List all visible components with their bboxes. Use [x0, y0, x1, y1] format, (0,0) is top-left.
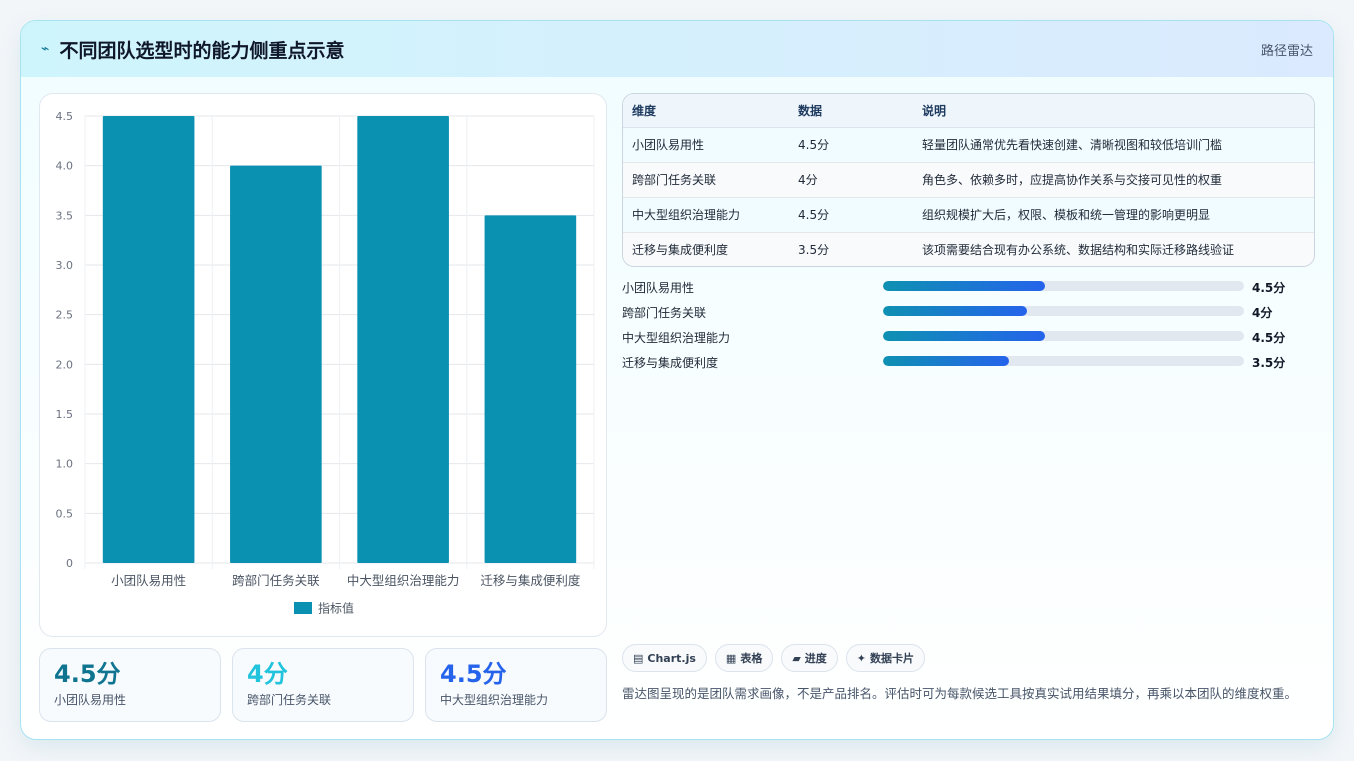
- y-tick-label: 4.5: [56, 110, 74, 123]
- progress-fill: [883, 356, 1010, 366]
- stat-label: 中大型组织治理能力: [440, 693, 549, 707]
- y-tick-label: 4.0: [56, 160, 74, 173]
- table-header-cell: 维度: [623, 94, 789, 128]
- header: ⌁ 不同团队选型时的能力侧重点示意 路径雷达: [21, 21, 1333, 77]
- bar-chart: 0 0.5 1.0 1.5 2.0 2.5 3.0 3.5 4.0 4.5 小团队易用性 跨部门任务关…: [56, 110, 595, 616]
- header-tag: 路径雷达: [1260, 43, 1313, 59]
- table-row: 中大型组织治理能力 4.5分 组织规模扩大后，权限、模板和统一管理的影响更明显: [623, 197, 1314, 233]
- table-header-row: 维度 数据 说明: [623, 94, 1314, 128]
- y-tick-label: 1.0: [56, 458, 74, 471]
- chip-label: Chart.js: [647, 651, 696, 665]
- table-row: 跨部门任务关联 4分 角色多、依赖多时，应提高协作关系与交接可见性的权重: [623, 162, 1314, 198]
- chip-label: 进度: [804, 652, 827, 665]
- bar: [357, 116, 449, 563]
- stat-label: 小团队易用性: [54, 693, 127, 707]
- progress-label: 小团队易用性: [622, 281, 695, 295]
- progress-fill: [883, 281, 1046, 291]
- progress-track: [883, 306, 1244, 316]
- progress-row: 迁移与集成便利度 3.5分: [622, 352, 1315, 377]
- progress-track: [883, 331, 1244, 341]
- chart-icon: ▤: [633, 651, 644, 665]
- progress-label: 中大型组织治理能力: [622, 331, 731, 345]
- table-cell: 轻量团队通常优先看快速创建、清晰视图和较低培训门槛: [913, 127, 1314, 163]
- progress-fill: [883, 306, 1028, 316]
- progress-track: [883, 356, 1244, 366]
- table-cell: 角色多、依赖多时，应提高协作关系与交接可见性的权重: [913, 162, 1314, 198]
- table-cell: 4分: [789, 162, 913, 198]
- stat-label: 跨部门任务关联: [247, 693, 332, 707]
- progress-label: 迁移与集成便利度: [622, 356, 719, 370]
- bar-chart-panel: 0 0.5 1.0 1.5 2.0 2.5 3.0 3.5 4.0 4.5 小团队易用性 跨部门任务关…: [39, 93, 607, 637]
- stat-value: 4分: [247, 660, 288, 688]
- table-header-cell: 说明: [913, 94, 1314, 128]
- x-tick-label: 迁移与集成便利度: [480, 573, 581, 588]
- data-table: 维度 数据 说明 小团队易用性 4.5分 轻量团队通常优先看快速创建、清晰视图和…: [622, 93, 1315, 267]
- bar: [230, 165, 322, 563]
- stat-card: 4.5分 小团队易用性: [39, 648, 221, 722]
- progress-track: [883, 281, 1244, 291]
- table-cell: 中大型组织治理能力: [623, 197, 789, 233]
- stat-card: 4分 跨部门任务关联: [232, 648, 414, 722]
- progress-label: 跨部门任务关联: [622, 306, 707, 320]
- stat-card: 4.5分 中大型组织治理能力: [425, 648, 607, 722]
- feature-chips: ▤ Chart.js ▦ 表格 ▰ 进度 ✦ 数据卡片: [622, 644, 926, 672]
- legend-label: 指标值: [318, 601, 354, 616]
- progress-list: 小团队易用性 4.5分 跨部门任务关联 4分 中大型组织治理能力 4.5分 迁移…: [622, 277, 1315, 377]
- stat-value: 4.5分: [440, 660, 507, 688]
- progress-value: 4.5分: [1252, 281, 1286, 295]
- y-tick-label: 3.0: [56, 259, 74, 272]
- y-tick-label: 2.0: [56, 358, 74, 371]
- x-tick-label: 小团队易用性: [111, 573, 186, 588]
- chip-chartjs[interactable]: ▤ Chart.js: [622, 644, 707, 672]
- x-tick-label: 跨部门任务关联: [232, 573, 320, 588]
- chip-table[interactable]: ▦ 表格: [714, 644, 774, 672]
- y-tick-label: 3.5: [56, 209, 74, 222]
- progress-row: 中大型组织治理能力 4.5分: [622, 327, 1315, 352]
- bar: [102, 116, 195, 563]
- sparkle-icon: ✦: [856, 651, 867, 665]
- progress-fill: [883, 331, 1046, 341]
- chip-data-cards[interactable]: ✦ 数据卡片: [845, 644, 926, 672]
- legend-swatch: [294, 602, 312, 614]
- table-row: 迁移与集成便利度 3.5分 该项需要结合现有办公系统、数据结构和实际迁移路线验证: [623, 232, 1314, 266]
- chip-label: 数据卡片: [870, 652, 915, 665]
- table-cell: 组织规模扩大后，权限、模板和统一管理的影响更明显: [913, 197, 1314, 233]
- footnote: 雷达图呈现的是团队需求画像，不是产品排名。评估时可为每款候选工具按真实试用结果填…: [622, 686, 1298, 701]
- pulse-icon: ⌁: [41, 41, 50, 57]
- table-cell: 迁移与集成便利度: [623, 232, 789, 266]
- chip-label: 表格: [740, 652, 763, 665]
- table-icon: ▦: [725, 651, 737, 665]
- main-card: ⌁ 不同团队选型时的能力侧重点示意 路径雷达 0 0.5 1.0 1.5 2.0 2.5 3…: [20, 20, 1334, 740]
- y-tick-label: 1.5: [56, 408, 74, 421]
- table-cell: 4.5分: [789, 127, 913, 163]
- progress-value: 4分: [1252, 306, 1273, 320]
- bar: [484, 215, 577, 563]
- table-row: 小团队易用性 4.5分 轻量团队通常优先看快速创建、清晰视图和较低培训门槛: [623, 127, 1314, 163]
- table-cell: 4.5分: [789, 197, 913, 233]
- progress-value: 3.5分: [1252, 356, 1286, 370]
- stat-value: 4.5分: [54, 660, 121, 688]
- y-tick-label: 2.5: [56, 309, 74, 322]
- chip-progress[interactable]: ▰ 进度: [781, 644, 838, 672]
- table-cell: 3.5分: [789, 232, 913, 266]
- x-tick-label: 中大型组织治理能力: [347, 573, 460, 588]
- table-header-cell: 数据: [789, 94, 913, 128]
- y-tick-label: 0.5: [56, 507, 74, 520]
- page-title: 不同团队选型时的能力侧重点示意: [59, 39, 345, 62]
- progress-icon: ▰: [792, 651, 801, 665]
- progress-row: 小团队易用性 4.5分: [622, 277, 1315, 302]
- table-cell: 小团队易用性: [623, 127, 789, 163]
- progress-row: 跨部门任务关联 4分: [622, 302, 1315, 327]
- progress-value: 4.5分: [1252, 331, 1286, 345]
- table-cell: 跨部门任务关联: [623, 162, 789, 198]
- table-cell: 该项需要结合现有办公系统、数据结构和实际迁移路线验证: [913, 232, 1314, 266]
- y-tick-label: 0: [66, 557, 73, 570]
